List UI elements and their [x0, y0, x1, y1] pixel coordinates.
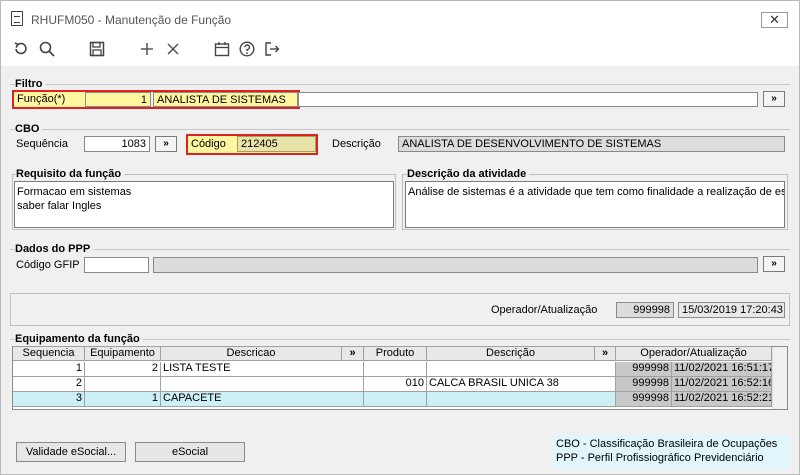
operador-user-field: 999998 [616, 302, 674, 318]
sequencia-lookup-button[interactable]: » [155, 136, 177, 152]
cbo-group-line [10, 129, 790, 130]
table-row-3-descricao[interactable]: CAPACETE [161, 392, 364, 407]
cbo-descricao-field: ANALISTA DE DESENVOLVIMENTO DE SISTEMAS [398, 136, 785, 152]
table-row-1-produto[interactable] [364, 362, 427, 377]
atividade-textarea[interactable]: Análise de sistemas é a atividade que te… [405, 181, 785, 228]
table-row-1-equipamento[interactable]: 2 [85, 362, 161, 377]
operador-datetime-field: 15/03/2019 17:20:43 [678, 302, 785, 318]
search-icon[interactable] [37, 39, 57, 59]
requisito-textarea[interactable]: Formacao em sistemas saber falar Ingles [14, 181, 394, 228]
save-icon[interactable] [87, 39, 107, 59]
table-row-3-equipamento[interactable]: 1 [85, 392, 161, 407]
table-row-3-user: 999998 [616, 392, 672, 407]
col-header-descricao[interactable]: Descricao [161, 346, 342, 361]
table-row-3-produto[interactable] [364, 392, 427, 407]
sequencia-label: Sequência [16, 138, 68, 150]
help-icon[interactable] [237, 39, 257, 59]
esocial-button[interactable]: eSocial [135, 442, 245, 462]
table-row-1-sequencia[interactable]: 1 [13, 362, 85, 377]
close-button[interactable]: ✕ [761, 12, 788, 28]
equip-title: Equipamento da função [15, 333, 143, 345]
gfip-lookup-button[interactable]: » [763, 256, 785, 272]
col-header-descricao-produto[interactable]: Descrição [427, 346, 595, 361]
table-row-2-datetime: 11/02/2021 16:52:16 [672, 377, 772, 392]
table-row-1-descricao[interactable]: LISTA TESTE [161, 362, 364, 377]
requisito-line-1: Formacao em sistemas [17, 186, 132, 198]
equip-grid-scrollbar[interactable] [772, 347, 787, 409]
table-row-1-datetime: 11/02/2021 16:51:17 [672, 362, 772, 377]
gfip-label: Código GFIP [16, 259, 80, 271]
col-header-equipamento[interactable]: Equipamento [85, 346, 161, 361]
col-header-sequencia[interactable]: Sequencia [13, 346, 85, 361]
ppp-group-line [10, 249, 790, 250]
filtro-title: Filtro [15, 78, 46, 90]
funcao-label: Função(*) [14, 92, 85, 107]
add-icon[interactable] [137, 39, 157, 59]
refresh-icon[interactable] [11, 39, 31, 59]
legend-panel: CBO - Classificação Brasileira de Ocupaç… [552, 435, 790, 469]
table-row-1-descricao-produto[interactable] [427, 362, 616, 377]
table-row-2-produto[interactable]: 010 [364, 377, 427, 392]
gfip-descricao-field [153, 257, 758, 273]
funcao-lookup-button[interactable]: » [763, 91, 785, 107]
codigo-label: Código [191, 138, 226, 150]
delete-icon[interactable] [163, 39, 183, 59]
table-row-1-user: 999998 [616, 362, 672, 377]
requisito-title: Requisito da função [16, 168, 125, 180]
title-bar: RHUFM050 - Manutenção de Função ✕ [0, 0, 800, 34]
cbo-title: CBO [15, 123, 43, 135]
col-header-more-2[interactable]: » [595, 346, 616, 361]
sequencia-input[interactable]: 1083 [84, 136, 150, 152]
atividade-title: Descrição da atividade [407, 168, 530, 180]
window-title: RHUFM050 - Manutenção de Função [31, 13, 232, 27]
table-row-2-descricao[interactable] [161, 377, 364, 392]
operador-label: Operador/Atualização [491, 304, 598, 316]
table-row-3-sequencia[interactable]: 3 [13, 392, 85, 407]
document-icon [11, 11, 23, 26]
filtro-group-line [10, 84, 790, 85]
table-row-3-descricao-produto[interactable] [427, 392, 616, 407]
ppp-title: Dados do PPP [15, 243, 94, 255]
funcao-name-extension [298, 92, 758, 107]
funcao-name-input[interactable]: ANALISTA DE SISTEMAS [153, 92, 298, 107]
requisito-line-2: saber falar Ingles [17, 200, 102, 212]
legend-cbo: CBO - Classificação Brasileira de Ocupaç… [556, 438, 778, 450]
calendar-icon[interactable] [212, 39, 232, 59]
table-row-2-sequencia[interactable]: 2 [13, 377, 85, 392]
funcao-code-input[interactable]: 1 [85, 92, 151, 107]
table-row-3-datetime: 11/02/2021 16:52:21 [672, 392, 772, 407]
table-row-2-user: 999998 [616, 377, 672, 392]
col-header-produto[interactable]: Produto [364, 346, 427, 361]
gfip-input[interactable] [84, 257, 149, 273]
col-header-operador[interactable]: Operador/Atualização [616, 346, 772, 361]
col-header-more-1[interactable]: » [342, 346, 364, 361]
table-row-2-equipamento[interactable] [85, 377, 161, 392]
legend-ppp: PPP - Perfil Profissiográfico Previdenci… [556, 452, 764, 464]
codigo-input[interactable]: 212405 [237, 136, 316, 152]
descricao-label: Descrição [332, 138, 381, 150]
validade-esocial-button[interactable]: Validade eSocial... [16, 442, 126, 462]
exit-icon[interactable] [262, 39, 282, 59]
toolbar [0, 34, 800, 66]
table-row-2-descricao-produto[interactable]: CALCA BRASIL UNICA 38 [427, 377, 616, 392]
